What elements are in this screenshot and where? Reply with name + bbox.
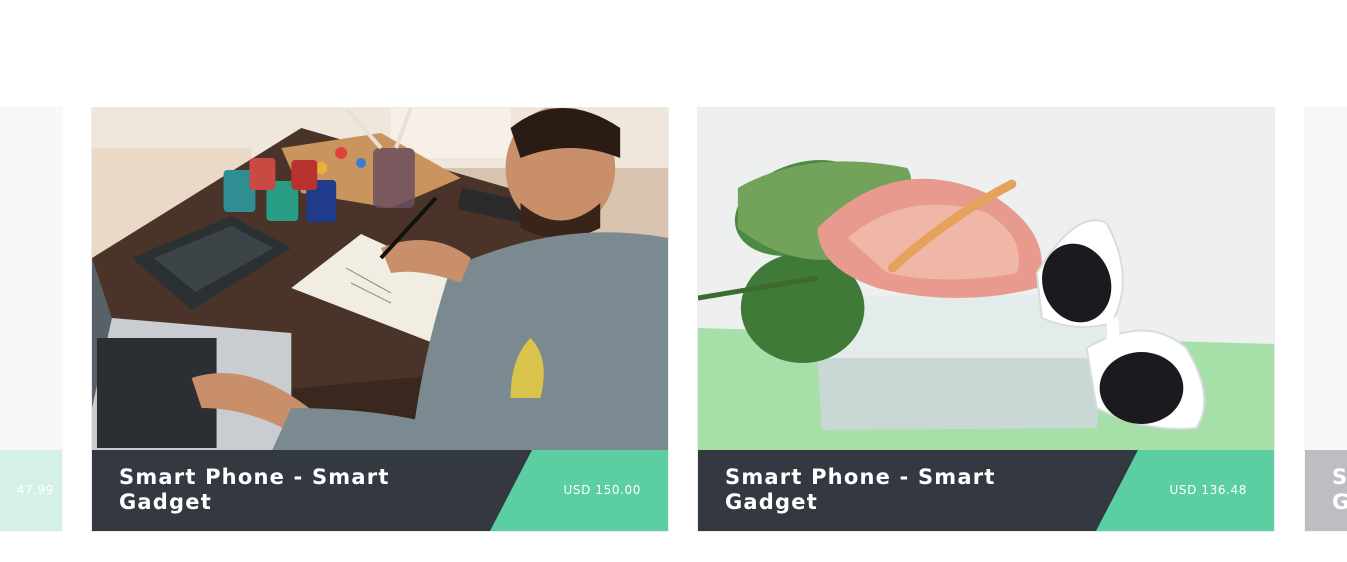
product-image-flower[interactable] [698,108,1274,452]
product-card-partial-left[interactable]: 47.99 [0,107,63,532]
product-price: USD 136.48 [1169,483,1247,497]
product-title[interactable]: Smart Phone - Smart Gadget [119,465,449,515]
product-footer: Smart Phone - Smart Gadget USD 150.00 [92,450,668,531]
product-image[interactable] [1305,108,1347,452]
product-image[interactable] [0,108,62,452]
product-title[interactable]: Smart Phone - Smart Gadget [725,465,1055,515]
product-card[interactable]: Smart Phone - Smart Gadget USD 136.48 [697,107,1275,532]
product-card[interactable]: Smart Phone - Smart Gadget USD 150.00 [91,107,669,532]
product-price: 47.99 [16,483,54,497]
product-footer: 47.99 [0,450,62,531]
product-footer: Smart Phone - Smart Gadget USD 136.48 [698,450,1274,531]
product-price: USD 150.00 [563,483,641,497]
product-carousel: 47.99 Smart Phone - Smart Gadget USD 150… [0,0,1347,562]
product-footer: S G [1305,450,1347,531]
product-title[interactable]: S G [1332,465,1347,515]
product-image-artist[interactable] [92,108,668,452]
product-card-partial-right[interactable]: S G [1304,107,1347,532]
